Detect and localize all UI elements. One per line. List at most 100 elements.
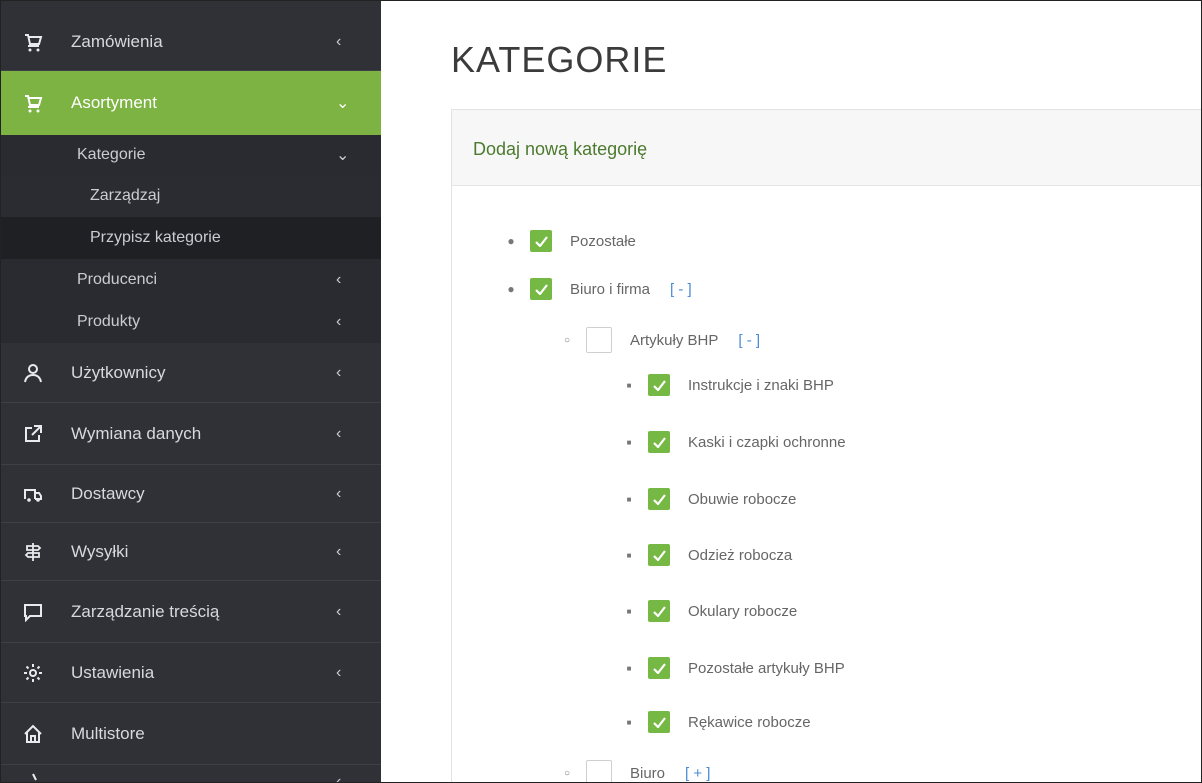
sidebar-item-partial[interactable]: ‹ — [1, 765, 381, 783]
sidebar-item-zarzadzanie-trescia[interactable]: Zarządzanie treścią ‹ — [1, 581, 381, 643]
tree-item-label: Pozostałe — [570, 232, 636, 250]
sidebar-item-zamowienia[interactable]: Zamówienia ‹ — [1, 13, 381, 71]
external-link-icon — [22, 423, 44, 445]
sidebar-subitem-label: Przypisz kategorie — [90, 229, 221, 246]
bullet-icon: ○ — [563, 767, 571, 779]
sidebar-item-label: Multistore — [71, 723, 145, 743]
sidebar-item-label: Dostawcy — [71, 483, 145, 503]
sidebar-item-label: Zarządzanie treścią — [71, 601, 220, 621]
sidebar-item-label: Ustawienia — [71, 662, 155, 682]
sidebar-item-wymiana-danych[interactable]: Wymiana danych ‹ — [1, 403, 381, 465]
panel-header: Dodaj nową kategorię — [452, 110, 1201, 186]
checkbox-checked[interactable] — [648, 600, 670, 622]
user-icon — [22, 362, 44, 384]
sidebar-item-wysylki[interactable]: Wysyłki ‹ — [1, 523, 381, 581]
chevron-left-icon: ‹ — [336, 484, 342, 502]
tree-item-label: Artykuły BHP — [630, 331, 719, 349]
sidebar-item-label: Wymiana danych — [71, 423, 202, 443]
sidebar-item-label: Zamówienia — [71, 31, 163, 51]
cart-icon — [22, 92, 44, 114]
comment-icon — [22, 601, 44, 623]
bullet-icon: ■ — [626, 606, 632, 616]
tree-item-label: Rękawice robocze — [688, 713, 811, 731]
tree-item: ■ Rękawice robocze — [624, 710, 811, 734]
gear-icon — [22, 662, 44, 684]
tree-item: ○ Biuro [ + ] — [562, 758, 710, 782]
chevron-left-icon: ‹ — [336, 542, 342, 560]
tree-item: ■ Instrukcje i znaki BHP — [624, 373, 834, 397]
checkbox-unchecked[interactable] — [586, 760, 612, 782]
chevron-down-icon: ⌄ — [336, 95, 350, 112]
expand-toggle[interactable]: [ + ] — [685, 765, 710, 782]
sidebar-item-label: Asortyment — [71, 93, 157, 112]
chevron-left-icon: ‹ — [336, 424, 342, 442]
sidebar-subitem-przypisz-kategorie[interactable]: Przypisz kategorie — [1, 217, 381, 259]
sidebar-item-label: Wysyłki — [71, 541, 129, 561]
partial-icon — [22, 771, 44, 782]
checkbox-unchecked[interactable] — [586, 327, 612, 353]
sidebar-subitem-kategorie[interactable]: Kategorie ⌄ — [1, 135, 381, 175]
bullet-icon: ■ — [626, 550, 632, 560]
sidebar: Zamówienia ‹ Asortyment ⌄ Kategorie ⌄ Za… — [1, 1, 381, 783]
checkbox-checked[interactable] — [648, 711, 670, 733]
tree-item-label: Obuwie robocze — [688, 490, 797, 508]
sidebar-item-uzytkownicy[interactable]: Użytkownicy ‹ — [1, 343, 381, 403]
sidebar-subitem-label: Produkty — [77, 313, 141, 330]
sidebar-item-multistore[interactable]: Multistore — [1, 703, 381, 765]
bullet-icon: ■ — [626, 494, 632, 504]
chevron-left-icon: ‹ — [336, 363, 342, 381]
chevron-left-icon: ‹ — [336, 32, 342, 50]
tree-item-label: Okulary robocze — [688, 602, 798, 620]
checkbox-checked[interactable] — [648, 431, 670, 453]
tree-item: ○ Artykuły BHP [ - ] — [562, 325, 760, 355]
chevron-left-icon: ‹ — [336, 271, 342, 288]
truck-icon — [22, 483, 44, 505]
tree-item: ■ Kaski i czapki ochronne — [624, 430, 846, 454]
chevron-down-icon: ⌄ — [336, 147, 350, 164]
sidebar-subitem-producenci[interactable]: Producenci ‹ — [1, 259, 381, 301]
checkbox-checked[interactable] — [648, 374, 670, 396]
bullet-icon: ■ — [626, 663, 632, 673]
cart-icon — [22, 31, 44, 53]
main-content: KATEGORIE Dodaj nową kategorię ● Pozosta… — [381, 1, 1201, 782]
tree-item-label: Kaski i czapki ochronne — [688, 433, 846, 451]
tree-item: ■ Pozostałe artykuły BHP — [624, 656, 845, 680]
signpost-icon — [22, 541, 44, 563]
home-icon — [22, 723, 44, 745]
sidebar-item-dostawcy[interactable]: Dostawcy ‹ — [1, 465, 381, 523]
tree-item: ● Biuro i firma [ - ] — [506, 277, 692, 301]
chevron-left-icon: ‹ — [336, 773, 342, 783]
tree-item-label: Biuro i firma — [570, 280, 651, 298]
checkbox-checked[interactable] — [648, 488, 670, 510]
sidebar-subitem-zarzadzaj[interactable]: Zarządzaj — [1, 175, 381, 217]
chevron-left-icon: ‹ — [336, 602, 342, 620]
page-title: KATEGORIE — [451, 39, 668, 80]
tree-item: ■ Obuwie robocze — [624, 487, 796, 511]
checkbox-checked[interactable] — [530, 278, 552, 300]
sidebar-item-ustawienia[interactable]: Ustawienia ‹ — [1, 643, 381, 703]
sidebar-item-label: Użytkownicy — [71, 362, 166, 382]
tree-item-label: Biuro — [630, 764, 666, 782]
tree-item: ● Pozostałe — [506, 229, 636, 253]
bullet-icon: ● — [507, 282, 515, 296]
tree-item: ■ Odzież robocza — [624, 543, 792, 567]
app-frame: Zamówienia ‹ Asortyment ⌄ Kategorie ⌄ Za… — [0, 0, 1202, 783]
collapse-toggle[interactable]: [ - ] — [670, 281, 692, 298]
checkbox-checked[interactable] — [530, 230, 552, 252]
panel-heading: Dodaj nową kategorię — [473, 139, 648, 159]
bullet-icon: ○ — [563, 334, 571, 346]
sidebar-subitem-produkty[interactable]: Produkty ‹ — [1, 301, 381, 343]
bullet-icon: ■ — [626, 437, 632, 447]
bullet-icon: ■ — [626, 380, 632, 390]
sidebar-subitem-label: Producenci — [77, 271, 158, 288]
sidebar-item-asortyment[interactable]: Asortyment ⌄ — [1, 71, 381, 135]
sidebar-subitem-label: Zarządzaj — [90, 187, 161, 204]
chevron-left-icon: ‹ — [336, 313, 342, 330]
collapse-toggle[interactable]: [ - ] — [738, 332, 760, 349]
bullet-icon: ■ — [626, 717, 632, 727]
checkbox-checked[interactable] — [648, 657, 670, 679]
checkbox-checked[interactable] — [648, 544, 670, 566]
chevron-left-icon: ‹ — [336, 663, 342, 681]
tree-item-label: Odzież robocza — [688, 546, 793, 564]
tree-item: ■ Okulary robocze — [624, 599, 797, 623]
